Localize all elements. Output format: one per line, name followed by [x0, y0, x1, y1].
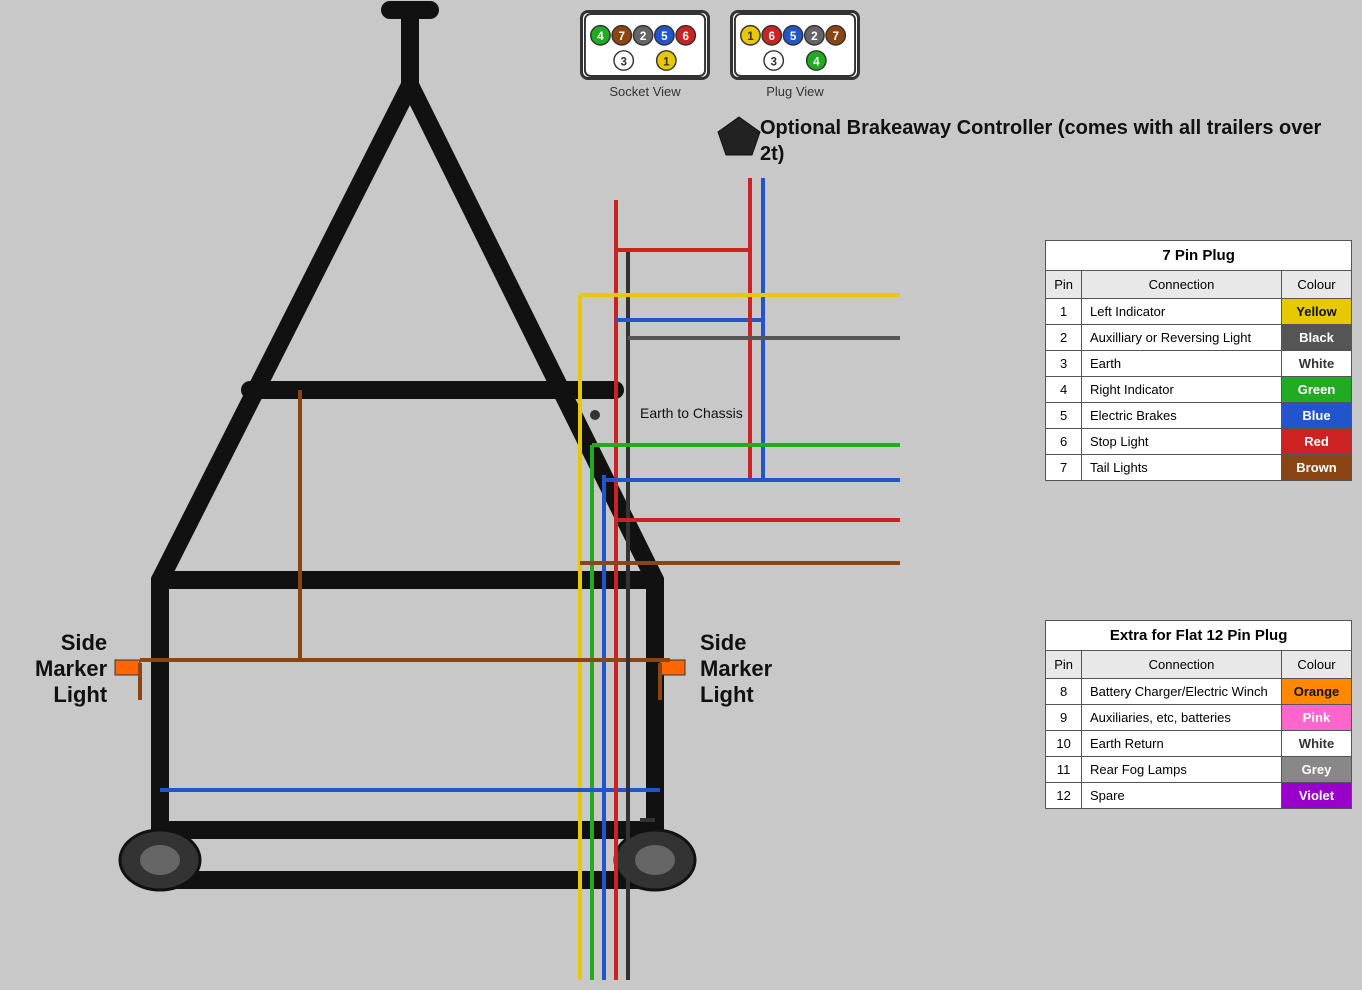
pin-number: 5: [1046, 403, 1082, 429]
table-row: 1 Left Indicator Yellow: [1046, 299, 1352, 325]
colour-cell: Violet: [1282, 783, 1352, 809]
connection-name: Auxiliaries, etc, batteries: [1082, 705, 1282, 731]
table-row: 10 Earth Return White: [1046, 731, 1352, 757]
pin-number: 2: [1046, 325, 1082, 351]
flat12-title: Extra for Flat 12 Pin Plug: [1046, 621, 1352, 651]
pin-number: 8: [1046, 679, 1082, 705]
connection-name: Earth Return: [1082, 731, 1282, 757]
colour-cell: Pink: [1282, 705, 1352, 731]
side-marker-left-label: Side Marker Light: [35, 630, 107, 708]
flat12-header-connection: Connection: [1082, 651, 1282, 679]
pin-number: 3: [1046, 351, 1082, 377]
table-row: 3 Earth White: [1046, 351, 1352, 377]
table-row: 11 Rear Fog Lamps Grey: [1046, 757, 1352, 783]
colour-cell: White: [1282, 351, 1352, 377]
pin-number: 10: [1046, 731, 1082, 757]
pin-number: 7: [1046, 455, 1082, 481]
trailer-diagram: [0, 0, 900, 990]
table-row: 5 Electric Brakes Blue: [1046, 403, 1352, 429]
connection-name: Right Indicator: [1082, 377, 1282, 403]
colour-cell: Red: [1282, 429, 1352, 455]
connection-name: Battery Charger/Electric Winch: [1082, 679, 1282, 705]
flat12-table: Extra for Flat 12 Pin Plug Pin Connectio…: [1045, 620, 1352, 809]
table-row: 2 Auxilliary or Reversing Light Black: [1046, 325, 1352, 351]
pin-number: 1: [1046, 299, 1082, 325]
seven-pin-header-connection: Connection: [1082, 271, 1282, 299]
connection-name: Electric Brakes: [1082, 403, 1282, 429]
flat12-header-colour: Colour: [1282, 651, 1352, 679]
side-marker-right-label: Side Marker Light: [700, 630, 772, 708]
table-row: 4 Right Indicator Green: [1046, 377, 1352, 403]
flat12-table-container: Extra for Flat 12 Pin Plug Pin Connectio…: [1045, 620, 1352, 809]
connection-name: Earth: [1082, 351, 1282, 377]
pin-number: 6: [1046, 429, 1082, 455]
earth-chassis-label: Earth to Chassis: [640, 405, 743, 421]
pin-number: 12: [1046, 783, 1082, 809]
seven-pin-header-pin: Pin: [1046, 271, 1082, 299]
seven-pin-header-colour: Colour: [1282, 271, 1352, 299]
colour-cell: Grey: [1282, 757, 1352, 783]
table-row: 12 Spare Violet: [1046, 783, 1352, 809]
table-row: 9 Auxiliaries, etc, batteries Pink: [1046, 705, 1352, 731]
flat12-header-pin: Pin: [1046, 651, 1082, 679]
connection-name: Left Indicator: [1082, 299, 1282, 325]
pin-number: 11: [1046, 757, 1082, 783]
seven-pin-table-container: 7 Pin Plug Pin Connection Colour 1 Left …: [1045, 240, 1352, 481]
connection-name: Spare: [1082, 783, 1282, 809]
colour-cell: Brown: [1282, 455, 1352, 481]
colour-cell: Green: [1282, 377, 1352, 403]
table-row: 6 Stop Light Red: [1046, 429, 1352, 455]
pin-number: 9: [1046, 705, 1082, 731]
table-row: 7 Tail Lights Brown: [1046, 455, 1352, 481]
seven-pin-title: 7 Pin Plug: [1046, 241, 1352, 271]
colour-cell: Blue: [1282, 403, 1352, 429]
colour-cell: White: [1282, 731, 1352, 757]
connection-name: Stop Light: [1082, 429, 1282, 455]
colour-cell: Yellow: [1282, 299, 1352, 325]
connection-name: Rear Fog Lamps: [1082, 757, 1282, 783]
connection-name: Tail Lights: [1082, 455, 1282, 481]
seven-pin-table: 7 Pin Plug Pin Connection Colour 1 Left …: [1045, 240, 1352, 481]
connection-name: Auxilliary or Reversing Light: [1082, 325, 1282, 351]
table-row: 8 Battery Charger/Electric Winch Orange: [1046, 679, 1352, 705]
pin-number: 4: [1046, 377, 1082, 403]
colour-cell: Black: [1282, 325, 1352, 351]
colour-cell: Orange: [1282, 679, 1352, 705]
